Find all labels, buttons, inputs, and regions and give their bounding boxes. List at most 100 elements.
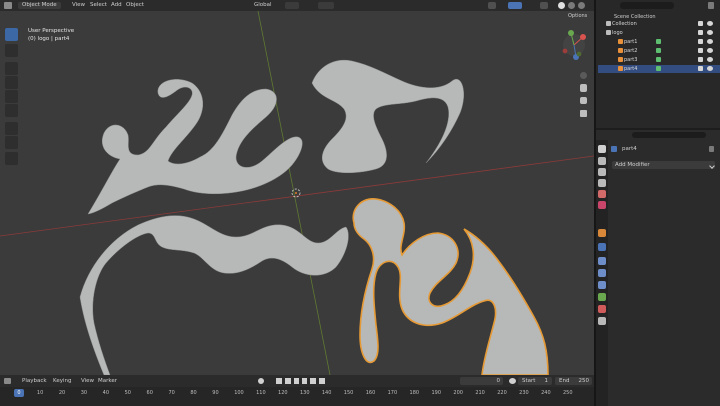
- outliner-item-part3[interactable]: part3: [598, 56, 720, 64]
- checkbox-icon[interactable]: [698, 48, 703, 53]
- eye-icon[interactable]: [707, 66, 713, 71]
- timeline-ruler[interactable]: 0 01020304050607080901001101201301401501…: [0, 387, 594, 406]
- rotate-tool-icon[interactable]: [5, 76, 18, 89]
- menu-select[interactable]: Select: [90, 2, 107, 8]
- pin-icon[interactable]: [709, 146, 714, 152]
- filter-icon[interactable]: [708, 2, 714, 9]
- menu-add[interactable]: Add: [111, 2, 122, 8]
- eye-icon[interactable]: [707, 57, 713, 62]
- eye-icon[interactable]: [707, 30, 713, 35]
- eye-icon[interactable]: [707, 21, 713, 26]
- shading-solid-icon[interactable]: [558, 2, 565, 9]
- properties-search-icon[interactable]: [632, 132, 706, 138]
- pan-hand-icon[interactable]: [580, 84, 587, 92]
- xray-icon[interactable]: [540, 2, 548, 9]
- modifier-properties-icon[interactable]: [598, 243, 606, 251]
- checkbox-icon[interactable]: [698, 30, 703, 35]
- measure-tool-icon[interactable]: [5, 136, 18, 149]
- outliner-item-label: logo: [612, 30, 623, 36]
- menu-view[interactable]: View: [72, 2, 85, 8]
- menu-timeline-view[interactable]: View: [81, 378, 94, 384]
- scale-tool-icon[interactable]: [5, 90, 18, 103]
- eye-icon[interactable]: [707, 39, 713, 44]
- scene-properties-icon[interactable]: [598, 190, 606, 198]
- move-tool-icon[interactable]: [5, 62, 18, 75]
- visibility-icon[interactable]: [488, 2, 496, 9]
- outliner-item-part1[interactable]: part1: [598, 38, 720, 46]
- annotate-tool-icon[interactable]: [5, 122, 18, 135]
- view-layer-icon[interactable]: [598, 179, 606, 187]
- material-properties-icon[interactable]: [598, 305, 606, 313]
- add-modifier-dropdown[interactable]: Add Modifier: [612, 161, 715, 169]
- outliner-item-part4[interactable]: part4: [598, 65, 720, 73]
- play-icon[interactable]: [302, 378, 307, 384]
- add-cube-tool-icon[interactable]: [5, 152, 18, 165]
- world-properties-icon[interactable]: [598, 201, 606, 209]
- end-frame-field[interactable]: End 250: [555, 377, 592, 385]
- data-properties-icon[interactable]: [598, 293, 606, 301]
- mesh-data-icon[interactable]: [656, 66, 661, 71]
- mode-dropdown[interactable]: Object Mode: [18, 2, 61, 9]
- zoom-icon[interactable]: [580, 72, 587, 79]
- cursor-tool-icon[interactable]: [5, 44, 18, 57]
- current-frame-field[interactable]: 0: [460, 377, 503, 385]
- checkbox-icon[interactable]: [698, 39, 703, 44]
- options-dropdown[interactable]: Options: [564, 13, 592, 20]
- proportional-edit-icon[interactable]: [318, 2, 334, 9]
- constraints-properties-icon[interactable]: [598, 281, 606, 289]
- menu-playback[interactable]: Playback: [22, 378, 47, 384]
- menu-keying[interactable]: Keying: [53, 378, 71, 384]
- timeline-editor-icon[interactable]: [4, 378, 11, 384]
- next-keyframe-icon[interactable]: [310, 378, 316, 384]
- viewport-3d[interactable]: User Perspective (0) logo | part4 Option…: [0, 11, 594, 375]
- object-properties-icon[interactable]: [598, 229, 606, 237]
- viewport-header: Object Mode View Select Add Object Globa…: [0, 0, 594, 11]
- particles-properties-icon[interactable]: [598, 257, 606, 265]
- outliner-search-icon[interactable]: [620, 2, 674, 9]
- tool-properties-icon[interactable]: [598, 145, 606, 153]
- start-frame-field[interactable]: Start 1: [518, 377, 552, 385]
- camera-view-icon[interactable]: [580, 97, 587, 104]
- gizmo-toggle-icon[interactable]: [508, 2, 522, 9]
- mesh-data-icon[interactable]: [656, 39, 661, 44]
- mesh-data-icon[interactable]: [656, 57, 661, 62]
- outliner-item-part2[interactable]: part2: [598, 47, 720, 55]
- frame-tick-label: 190: [431, 390, 442, 396]
- frame-tick-label: 70: [168, 390, 175, 396]
- outliner-item-collection[interactable]: Collection: [598, 20, 720, 28]
- editor-type-icon[interactable]: [4, 2, 12, 9]
- eye-icon[interactable]: [707, 48, 713, 53]
- checkbox-icon[interactable]: [698, 21, 703, 26]
- render-properties-icon[interactable]: [598, 157, 606, 165]
- shading-rendered-icon[interactable]: [578, 2, 585, 9]
- mesh-object-icon: [618, 39, 623, 44]
- object-name-field[interactable]: part4: [622, 146, 637, 152]
- record-icon[interactable]: [258, 378, 264, 384]
- navigation-gizmo[interactable]: [562, 30, 586, 60]
- checkbox-icon[interactable]: [698, 66, 703, 71]
- menu-object[interactable]: Object: [126, 2, 144, 8]
- menu-marker[interactable]: Marker: [98, 378, 117, 384]
- mesh-part4: [352, 198, 549, 375]
- play-reverse-icon[interactable]: [294, 378, 299, 384]
- start-label: Start: [522, 378, 536, 384]
- end-label: End: [559, 378, 570, 384]
- texture-properties-icon[interactable]: [598, 317, 606, 325]
- physics-properties-icon[interactable]: [598, 269, 606, 277]
- outliner-item-logo[interactable]: logo: [598, 29, 720, 37]
- frame-tick-label: 170: [387, 390, 398, 396]
- preview-range-icon[interactable]: [509, 378, 516, 384]
- output-properties-icon[interactable]: [598, 168, 606, 176]
- select-tool-icon[interactable]: [5, 28, 18, 41]
- mesh-data-icon[interactable]: [656, 48, 661, 53]
- orientation-dropdown[interactable]: Global: [254, 2, 272, 8]
- prev-keyframe-icon[interactable]: [285, 378, 291, 384]
- transform-tool-icon[interactable]: [5, 104, 18, 117]
- jump-start-icon[interactable]: [276, 378, 282, 384]
- perspective-toggle-icon[interactable]: [580, 110, 587, 117]
- shading-material-icon[interactable]: [568, 2, 575, 9]
- checkbox-icon[interactable]: [698, 57, 703, 62]
- playhead-marker[interactable]: 0: [14, 389, 24, 397]
- snap-icon[interactable]: [285, 2, 299, 9]
- jump-end-icon[interactable]: [319, 378, 325, 384]
